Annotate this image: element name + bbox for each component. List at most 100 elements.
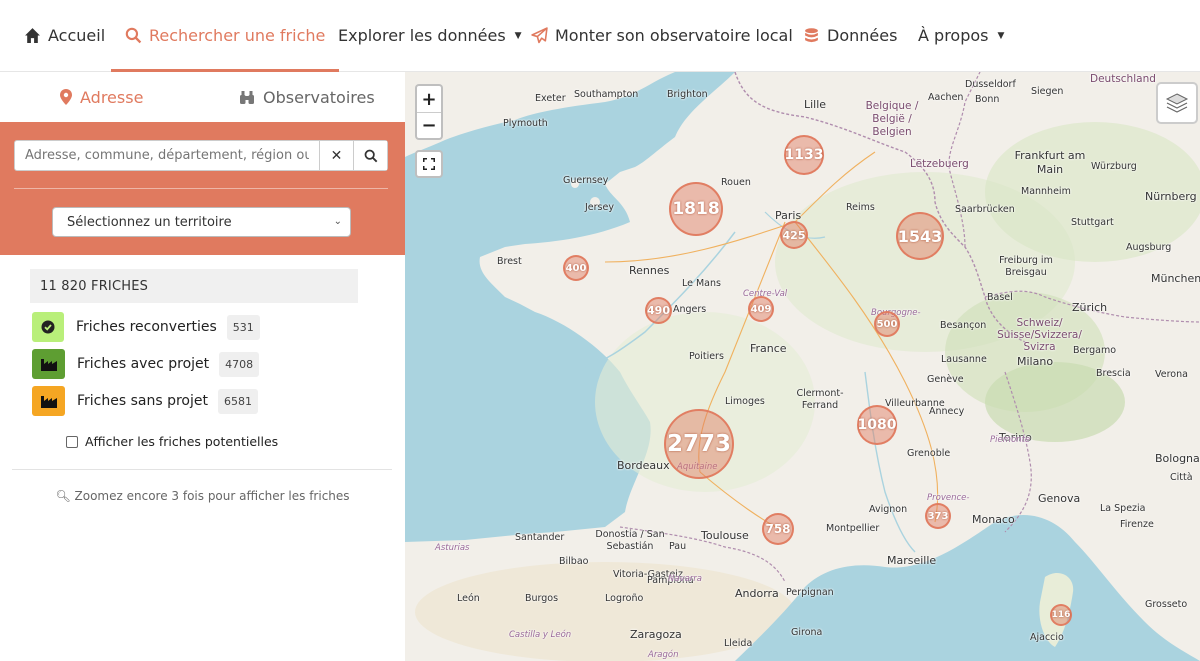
show-potential-toggle[interactable]: Afficher les friches potentielles bbox=[66, 434, 278, 449]
map-label: Marseille bbox=[887, 554, 937, 567]
nav-observatory[interactable]: Monter son observatoire local bbox=[531, 0, 793, 71]
nav-home[interactable]: Accueil bbox=[24, 0, 105, 71]
legend-swatch bbox=[32, 386, 65, 416]
nav-about-label: À propos bbox=[918, 26, 989, 45]
map-label: Città bbox=[1170, 472, 1193, 483]
map-label: Lausanne bbox=[941, 354, 987, 365]
layers-icon bbox=[1165, 93, 1189, 113]
zoom-in-button[interactable]: + bbox=[417, 86, 441, 112]
legend-count: 6581 bbox=[218, 388, 258, 414]
nav-explore[interactable]: Explorer les données ▼ bbox=[338, 0, 522, 71]
map-label: Grenoble bbox=[907, 448, 951, 459]
close-icon: ✕ bbox=[330, 147, 343, 164]
map-label: Verona bbox=[1155, 369, 1188, 380]
map-label: Provence- bbox=[927, 493, 970, 503]
nav-data[interactable]: Données bbox=[803, 0, 897, 71]
zoom-out-button[interactable]: − bbox=[417, 112, 441, 138]
map-label: Guernsey bbox=[563, 175, 609, 186]
map-label: Besançon bbox=[940, 320, 987, 331]
map-label: Saarbrücken bbox=[955, 204, 1015, 215]
map-label: Basel bbox=[987, 292, 1013, 303]
map-label: Milano bbox=[1017, 355, 1054, 368]
map-label: Deutschland bbox=[1090, 73, 1156, 85]
legend-item-without-project[interactable]: Friches sans projet 6581 bbox=[32, 386, 258, 416]
map-label: Mannheim bbox=[1021, 186, 1071, 197]
map-label: Donostia / San Sebastián bbox=[595, 529, 665, 552]
map-label: Burgos bbox=[525, 593, 559, 604]
nav-search[interactable]: Rechercher une friche bbox=[110, 0, 340, 72]
map-label: Aragón bbox=[648, 650, 679, 660]
map-marker-icon bbox=[60, 89, 72, 105]
map-label: Paris bbox=[775, 209, 802, 222]
map-label: Le Mans bbox=[682, 278, 721, 289]
map-label: Reims bbox=[846, 202, 875, 213]
tab-address[interactable]: Adresse bbox=[60, 72, 143, 122]
submit-search-button[interactable] bbox=[353, 141, 387, 170]
cluster-marker[interactable]: 1543 bbox=[896, 212, 944, 260]
map-label: Grosseto bbox=[1145, 599, 1188, 610]
sidebar: Adresse Observatoires ✕ Sélectionnez un … bbox=[0, 72, 405, 661]
nav-about[interactable]: À propos ▼ bbox=[918, 0, 1004, 71]
map-label: Angers bbox=[673, 304, 707, 315]
map-label: Bilbao bbox=[559, 556, 589, 567]
tab-observatories[interactable]: Observatoires bbox=[239, 72, 375, 122]
search-panel: ✕ Sélectionnez un territoire ⌄ bbox=[0, 122, 405, 255]
zoom-control: + − bbox=[415, 84, 443, 140]
legend-swatch bbox=[32, 349, 65, 379]
map-view[interactable]: Exeter Southampton Brighton Plymouth Lil… bbox=[405, 72, 1200, 661]
nav-explore-label: Explorer les données bbox=[338, 26, 506, 45]
cluster-marker[interactable]: 425 bbox=[780, 221, 808, 249]
map-label: Freiburg im Breisgau bbox=[999, 255, 1053, 278]
show-potential-checkbox[interactable] bbox=[66, 435, 78, 448]
legend-item-with-project[interactable]: Friches avec projet 4708 bbox=[32, 349, 260, 379]
map-label: Frankfurt am Main bbox=[1014, 149, 1086, 176]
map-label: La Spezia bbox=[1100, 503, 1146, 514]
zoom-in-icon: 🔍︎ bbox=[55, 489, 71, 503]
legend-item-reconverted[interactable]: Friches reconverties 531 bbox=[32, 312, 260, 342]
cluster-marker[interactable]: 1818 bbox=[669, 182, 723, 236]
fullscreen-button[interactable] bbox=[415, 150, 443, 178]
cluster-marker[interactable]: 500 bbox=[874, 311, 900, 337]
sidebar-tabs: Adresse Observatoires bbox=[0, 72, 405, 122]
cluster-marker[interactable]: 1133 bbox=[784, 135, 824, 175]
map-label: Rennes bbox=[629, 264, 670, 277]
show-potential-label: Afficher les friches potentielles bbox=[85, 434, 279, 449]
map-label: Annecy bbox=[929, 406, 965, 417]
land-england bbox=[405, 72, 675, 157]
cluster-marker[interactable]: 409 bbox=[748, 296, 774, 322]
map-label: Brescia bbox=[1096, 368, 1131, 379]
map-label: Piemonte bbox=[990, 435, 1031, 445]
cluster-marker[interactable]: 400 bbox=[563, 255, 589, 281]
map-label: Würzburg bbox=[1091, 161, 1137, 172]
address-search-input[interactable] bbox=[15, 141, 319, 170]
map-label: Genève bbox=[927, 374, 964, 385]
legend-count: 531 bbox=[226, 314, 260, 340]
map-label: München bbox=[1151, 272, 1200, 285]
expand-icon bbox=[423, 158, 435, 170]
map-label: Jersey bbox=[585, 202, 614, 213]
nav-observatory-label: Monter son observatoire local bbox=[555, 26, 793, 45]
cluster-marker[interactable]: 1080 bbox=[857, 405, 897, 445]
clear-search-button[interactable]: ✕ bbox=[319, 141, 353, 170]
map-label: Navarra bbox=[668, 574, 703, 584]
map-label: Stuttgart bbox=[1071, 217, 1114, 228]
map-label: Santander bbox=[515, 532, 565, 543]
cluster-marker[interactable]: 116 bbox=[1050, 604, 1072, 626]
map-label: Bologna bbox=[1155, 452, 1200, 465]
caret-down-icon: ▼ bbox=[514, 30, 522, 41]
map-label: Montpellier bbox=[826, 523, 880, 534]
layers-button[interactable] bbox=[1156, 82, 1198, 124]
map-label: Lleida bbox=[724, 638, 753, 649]
map-label: Poitiers bbox=[689, 351, 724, 362]
cluster-marker[interactable]: 758 bbox=[762, 513, 794, 545]
territory-select[interactable]: Sélectionnez un territoire ⌄ bbox=[52, 207, 351, 237]
cluster-marker[interactable]: 2773 bbox=[664, 409, 734, 479]
check-circle-icon bbox=[41, 320, 55, 334]
nav-data-label: Données bbox=[827, 26, 898, 45]
territory-select-value: Sélectionnez un territoire bbox=[67, 214, 232, 230]
legend-label: Friches avec projet bbox=[77, 356, 210, 372]
map-label: Girona bbox=[791, 627, 823, 638]
caret-down-icon: ▼ bbox=[997, 30, 1005, 41]
cluster-marker[interactable]: 490 bbox=[645, 297, 672, 324]
cluster-marker[interactable]: 373 bbox=[925, 503, 951, 529]
